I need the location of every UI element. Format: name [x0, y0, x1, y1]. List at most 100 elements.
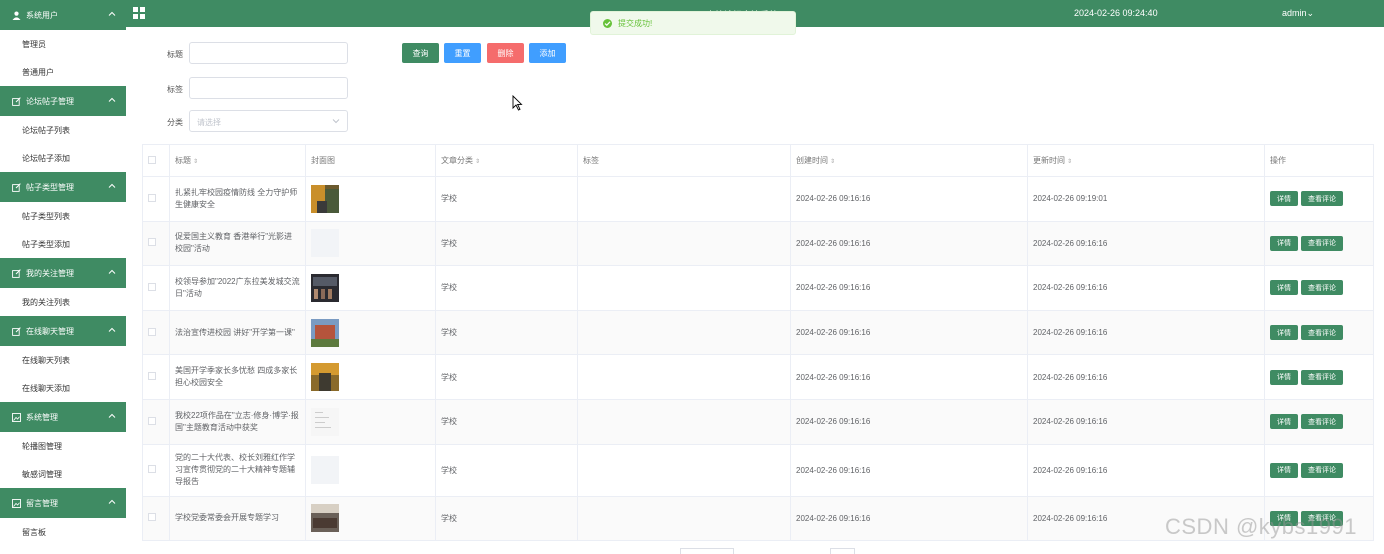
grid-menu-icon[interactable] — [133, 7, 145, 19]
view-comments-button[interactable]: 查看评论 — [1301, 191, 1343, 207]
posts-table: 标题 ⇕ 封面图 文章分类 ⇕ 标签 创建时间 ⇕ 更新时间 ⇕ 操作 扎紧扎牢校园疫情… — [142, 144, 1374, 542]
view-comments-button[interactable]: 查看评论 — [1301, 462, 1343, 478]
col-tag-label: 标签 — [583, 156, 599, 165]
sidebar-item[interactable]: 我的关注列表 — [0, 288, 126, 316]
row-checkbox[interactable] — [148, 372, 156, 381]
updated-cell: 2024-02-26 09:16:16 — [1027, 265, 1265, 311]
sidebar-group[interactable]: 论坛帖子管理 — [0, 86, 126, 116]
view-comments-button[interactable]: 查看评论 — [1301, 325, 1343, 341]
select-all-checkbox[interactable] — [148, 155, 156, 164]
row-checkbox[interactable] — [148, 416, 156, 425]
cover-image — [311, 229, 430, 258]
created-cell: 2024-02-26 09:16:16 — [790, 176, 1028, 222]
sidebar-item[interactable]: 轮播图管理 — [0, 432, 126, 460]
row-checkbox[interactable] — [148, 282, 156, 291]
sidebar-item[interactable]: 管理员 — [0, 30, 126, 58]
detail-button[interactable]: 详情 — [1270, 369, 1298, 385]
sort-icon[interactable]: ⇕ — [1067, 159, 1072, 165]
view-comments-button[interactable]: 查看评论 — [1301, 369, 1343, 385]
sort-icon[interactable]: ⇕ — [830, 159, 835, 165]
cover-cell — [305, 398, 436, 445]
sidebar-item[interactable]: 在线聊天添加 — [0, 374, 126, 402]
updated-cell: 2024-02-26 09:16:16 — [1027, 220, 1265, 267]
title-cell: 法治宣传进校园 讲好"开学第一课" — [169, 309, 306, 356]
pagination-control[interactable] — [680, 548, 734, 554]
add-button[interactable]: 添加 — [529, 43, 566, 63]
view-comments-button[interactable]: 查看评论 — [1301, 414, 1343, 430]
delete-button[interactable]: 删除 — [487, 43, 524, 63]
sidebar-item[interactable]: 帖子类型列表 — [0, 202, 126, 230]
table-row: 我校22项作品在"立志·修身·博学·报国"主题教育活动中获奖 学校 2024-02-… — [142, 398, 1374, 445]
user-icon — [12, 11, 21, 20]
table-row: 促爱国主义教育 香港举行"光影进校园"活动 学校 2024-02-26 09:16:… — [142, 220, 1374, 267]
sidebar-item[interactable]: 在线聊天列表 — [0, 346, 126, 374]
category-select[interactable]: 请选择 — [189, 110, 348, 132]
row-checkbox[interactable] — [148, 465, 156, 474]
detail-button[interactable]: 详情 — [1270, 191, 1298, 207]
sidebar-item[interactable]: 普通用户 — [0, 58, 126, 86]
detail-button[interactable]: 详情 — [1270, 325, 1298, 341]
row-checkbox[interactable] — [148, 193, 156, 202]
col-category[interactable]: 文章分类 ⇕ — [435, 144, 578, 177]
detail-button[interactable]: 详情 — [1270, 414, 1298, 430]
user-menu[interactable]: admin⌄ — [1282, 8, 1314, 19]
title-input[interactable] — [189, 42, 348, 64]
chevron-up-icon — [108, 11, 116, 16]
sidebar-group[interactable]: 系统管理 — [0, 402, 126, 432]
query-button[interactable]: 查询 — [402, 43, 439, 63]
sidebar-group[interactable]: 系统用户 — [0, 0, 126, 30]
sidebar-group[interactable]: 帖子类型管理 — [0, 172, 126, 202]
sidebar-group[interactable]: 留言管理 — [0, 488, 126, 518]
row-select-cell — [142, 398, 170, 445]
detail-button[interactable]: 详情 — [1270, 462, 1298, 478]
created-cell: 2024-02-26 09:16:16 — [790, 354, 1028, 400]
row-select-cell — [142, 495, 170, 542]
cover-image — [311, 318, 430, 347]
col-created-label: 创建时间 — [796, 156, 828, 165]
cover-cell — [305, 220, 436, 267]
sidebar-item[interactable]: 论坛帖子添加 — [0, 144, 126, 172]
sidebar-group-label: 留言管理 — [26, 498, 58, 508]
sidebar-group-label: 在线聊天管理 — [26, 326, 74, 336]
col-category-label: 文章分类 — [441, 156, 473, 165]
sidebar-item[interactable]: 留言板 — [0, 518, 126, 546]
row-checkbox[interactable] — [148, 238, 156, 247]
view-comments-button[interactable]: 查看评论 — [1301, 280, 1343, 296]
created-cell: 2024-02-26 09:16:16 — [790, 495, 1028, 542]
tag-cell — [577, 176, 791, 222]
pagination-control[interactable] — [830, 548, 855, 554]
row-checkbox[interactable] — [148, 513, 156, 522]
detail-button[interactable]: 详情 — [1270, 235, 1298, 251]
category-cell: 学校 — [435, 309, 578, 356]
cover-image — [311, 273, 430, 302]
sidebar-item[interactable]: 论坛帖子列表 — [0, 116, 126, 144]
toast-message: 提交成功! — [618, 18, 653, 28]
chevron-down-icon: ⌄ — [1306, 8, 1315, 18]
view-comments-button[interactable]: 查看评论 — [1301, 235, 1343, 251]
cover-cell — [305, 265, 436, 311]
reset-button[interactable]: 重置 — [444, 43, 481, 63]
tag-label: 标签 — [167, 85, 183, 94]
chevron-up-icon — [108, 327, 116, 332]
sidebar-group[interactable]: 在线聊天管理 — [0, 316, 126, 346]
col-created[interactable]: 创建时间 ⇕ — [790, 144, 1028, 177]
row-checkbox[interactable] — [148, 327, 156, 336]
sidebar-group[interactable]: 我的关注管理 — [0, 258, 126, 288]
table-row: 美国开学季家长多忧愁 四成多家长担心校园安全 学校 2024-02-26 09:16… — [142, 354, 1374, 400]
col-cover: 封面图 — [305, 144, 436, 177]
title-cell: 扎紧扎牢校园疫情防线 全力守护师生健康安全 — [169, 176, 306, 222]
col-actions: 操作 — [1264, 144, 1374, 177]
col-updated[interactable]: 更新时间 ⇕ — [1027, 144, 1265, 177]
sidebar: 系统用户 管理员 普通用户 论坛帖子管理 论坛帖子列表 论坛帖子添加 帖子类型管理 帖子类型列… — [0, 0, 126, 552]
col-title[interactable]: 标题 ⇕ — [169, 144, 306, 177]
tag-input[interactable] — [189, 77, 348, 99]
sidebar-item[interactable]: 帖子类型添加 — [0, 230, 126, 258]
table-row: 扎紧扎牢校园疫情防线 全力守护师生健康安全 学校 2024-02-26 09:16:… — [142, 176, 1374, 222]
actions-cell: 详情 查看评论 — [1264, 176, 1374, 222]
detail-button[interactable]: 详情 — [1270, 280, 1298, 296]
sidebar-group-label: 系统管理 — [26, 412, 58, 422]
sort-icon[interactable]: ⇕ — [193, 159, 198, 165]
sidebar-item[interactable]: 敏感词管理 — [0, 460, 126, 488]
category-placeholder: 请选择 — [197, 118, 221, 127]
sort-icon[interactable]: ⇕ — [475, 159, 480, 165]
